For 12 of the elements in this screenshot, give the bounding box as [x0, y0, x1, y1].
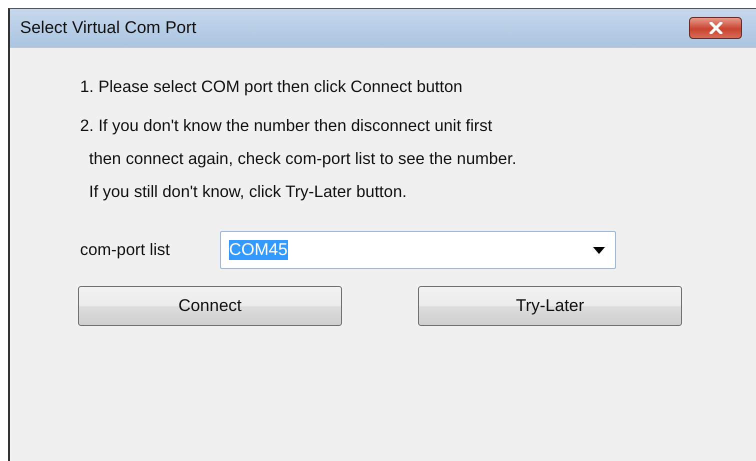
close-icon	[708, 22, 724, 34]
window-title: Select Virtual Com Port	[20, 18, 196, 38]
instruction-text: 1. Please select COM port then click Connect button	[80, 77, 464, 98]
dropdown-caret-icon	[593, 246, 605, 254]
dialog-button[interactable]: Connect	[78, 286, 342, 326]
instruction-text: If you still don't know, click Try-Later button.	[88, 182, 408, 203]
dropdown-value: COM45	[229, 240, 288, 260]
dialog-button[interactable]: Try-Later	[418, 286, 682, 326]
instruction-text: 2. If you don't know the number then disconnect unit first	[80, 116, 494, 137]
close-button[interactable]	[689, 17, 742, 39]
field-label: com-port list	[80, 240, 171, 260]
instruction-text: then connect again, check com-port list to see the number.	[88, 149, 518, 170]
